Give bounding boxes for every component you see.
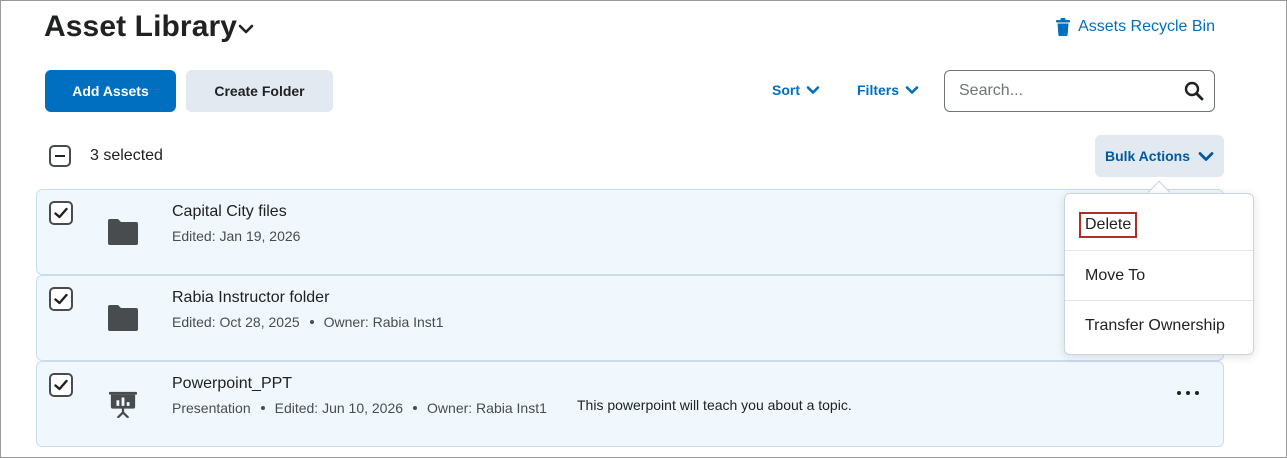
menu-item-transfer-ownership[interactable]: Transfer Ownership <box>1065 300 1253 350</box>
select-all-checkbox[interactable] <box>49 145 71 167</box>
page-title: Asset Library <box>44 10 238 43</box>
selected-count: 3 selected <box>90 147 163 164</box>
create-folder-button[interactable]: Create Folder <box>186 70 333 112</box>
asset-edited: Edited: Jun 10, 2026 <box>274 400 404 416</box>
asset-name[interactable]: Rabia Instructor folder <box>172 289 329 307</box>
chevron-down-icon <box>905 86 919 94</box>
asset-edited: Edited: Jan 19, 2026 <box>172 228 301 244</box>
search-icon[interactable] <box>1184 81 1204 101</box>
search-input[interactable] <box>959 81 1169 101</box>
presentation-icon <box>109 391 137 418</box>
chevron-down-icon <box>1198 151 1214 161</box>
recycle-bin-link[interactable]: Assets Recycle Bin <box>1056 18 1215 36</box>
asset-meta: Presentation Edited: Jun 10, 2026 Owner:… <box>172 400 547 416</box>
sort-label: Sort <box>772 82 800 98</box>
sort-dropdown[interactable]: Sort <box>772 82 820 98</box>
asset-name[interactable]: Powerpoint_PPT <box>172 375 292 393</box>
asset-meta: Edited: Jan 19, 2026 <box>172 228 300 244</box>
row-checkbox[interactable] <box>49 287 73 311</box>
filters-label: Filters <box>857 82 900 98</box>
menu-item-move-to[interactable]: Move To <box>1065 250 1253 300</box>
checkmark-icon <box>54 379 68 391</box>
menu-item-label: Move To <box>1085 266 1146 284</box>
asset-row[interactable]: Capital City files Edited: Jan 19, 2026 <box>36 189 1224 275</box>
menu-item-label: Delete <box>1079 212 1138 238</box>
menu-item-delete[interactable]: Delete <box>1065 200 1253 250</box>
separator-dot <box>413 406 418 410</box>
asset-description: This powerpoint will teach you about a t… <box>577 397 852 413</box>
asset-row[interactable]: Powerpoint_PPT Presentation Edited: Jun … <box>36 361 1224 447</box>
separator-dot <box>309 320 314 324</box>
bulk-actions-button[interactable]: Bulk Actions <box>1095 135 1224 177</box>
folder-icon <box>108 305 138 331</box>
add-assets-button[interactable]: Add Assets <box>45 70 176 112</box>
folder-icon <box>108 219 138 245</box>
asset-row[interactable]: Rabia Instructor folder Edited: Oct 28, … <box>36 275 1224 361</box>
checkmark-icon <box>54 207 68 219</box>
row-checkbox[interactable] <box>49 201 73 225</box>
chevron-down-icon[interactable] <box>237 22 255 36</box>
checkmark-icon <box>54 293 68 305</box>
bulk-actions-label: Bulk Actions <box>1104 148 1191 164</box>
search-box <box>944 70 1215 112</box>
asset-type: Presentation <box>172 400 251 416</box>
asset-owner: Owner: Rabia Inst1 <box>323 314 444 330</box>
asset-owner: Owner: Rabia Inst1 <box>427 400 547 416</box>
asset-edited: Edited: Oct 28, 2025 <box>172 314 300 330</box>
row-checkbox[interactable] <box>49 373 73 397</box>
bulk-actions-menu: Delete Move To Transfer Ownership <box>1064 193 1254 355</box>
more-options-icon[interactable] <box>1177 388 1199 398</box>
filters-dropdown[interactable]: Filters <box>857 82 919 98</box>
trash-icon <box>1056 18 1071 36</box>
separator-dot <box>260 406 265 410</box>
asset-meta: Edited: Oct 28, 2025 Owner: Rabia Inst1 <box>172 314 443 330</box>
chevron-down-icon <box>806 86 820 94</box>
menu-item-label: Transfer Ownership <box>1085 316 1225 334</box>
recycle-bin-label: Assets Recycle Bin <box>1078 18 1215 35</box>
asset-name[interactable]: Capital City files <box>172 203 287 221</box>
